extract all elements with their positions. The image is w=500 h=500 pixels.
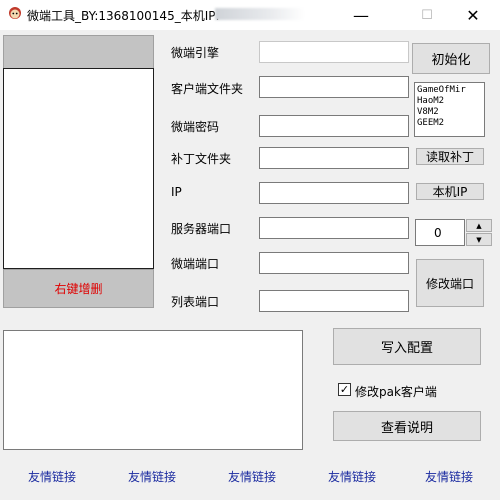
friend-link[interactable]: 友情链接	[328, 468, 376, 485]
list-port-label: 列表端口	[171, 295, 220, 309]
spinner-up-icon[interactable]: ▲	[466, 219, 492, 232]
engine-item[interactable]: V8M2	[417, 107, 484, 118]
micro-port-field[interactable]	[259, 252, 409, 274]
server-port-label: 服务器端口	[171, 222, 232, 236]
minimize-button[interactable]: —	[338, 0, 384, 30]
close-button[interactable]: ✕	[450, 0, 496, 30]
friend-link[interactable]: 友情链接	[28, 468, 76, 485]
engine-field[interactable]	[259, 41, 409, 63]
spinner-down-icon[interactable]: ▼	[466, 233, 492, 246]
sidebar-context-hint[interactable]: 右键增删	[3, 269, 154, 308]
redacted-ip	[215, 8, 305, 20]
pak-checkbox-label[interactable]: 修改pak客户端	[355, 383, 437, 400]
server-list[interactable]	[3, 68, 154, 269]
maximize-button[interactable]: ☐	[404, 0, 450, 30]
engine-label: 微端引擎	[171, 46, 220, 60]
engine-list[interactable]: GameOfMir HaoM2 V8M2 GEEM2	[414, 82, 485, 137]
engine-item[interactable]: GEEM2	[417, 118, 484, 129]
patch-folder-label: 补丁文件夹	[171, 152, 232, 166]
port-spinner-input[interactable]: 0	[415, 219, 465, 246]
server-port-field[interactable]	[259, 217, 409, 239]
log-textarea[interactable]	[3, 330, 303, 450]
engine-item[interactable]: HaoM2	[417, 96, 484, 107]
password-field[interactable]	[259, 115, 409, 137]
ip-label: IP	[171, 185, 182, 199]
ip-field[interactable]	[259, 182, 409, 204]
friend-link[interactable]: 友情链接	[228, 468, 276, 485]
write-config-button[interactable]: 写入配置	[333, 328, 481, 365]
client-folder-field[interactable]	[259, 76, 409, 98]
micro-port-label: 微端端口	[171, 257, 220, 271]
password-label: 微端密码	[171, 120, 220, 134]
sidebar-header	[3, 35, 154, 69]
client-folder-label: 客户端文件夹	[171, 82, 244, 96]
window-title: 微端工具_BY:1368100145_本机IP:	[27, 9, 220, 23]
init-button[interactable]: 初始化	[412, 43, 490, 74]
engine-item[interactable]: GameOfMir	[417, 85, 484, 96]
pak-checkbox[interactable]: ✓	[338, 383, 351, 396]
read-patch-button[interactable]: 读取补丁	[416, 148, 484, 165]
friend-link[interactable]: 友情链接	[425, 468, 473, 485]
friend-link[interactable]: 友情链接	[128, 468, 176, 485]
modify-port-button[interactable]: 修改端口	[416, 259, 484, 307]
local-ip-button[interactable]: 本机IP	[416, 183, 484, 200]
list-port-field[interactable]	[259, 290, 409, 312]
view-help-button[interactable]: 查看说明	[333, 411, 481, 441]
patch-folder-field[interactable]	[259, 147, 409, 169]
app-icon	[7, 6, 23, 22]
